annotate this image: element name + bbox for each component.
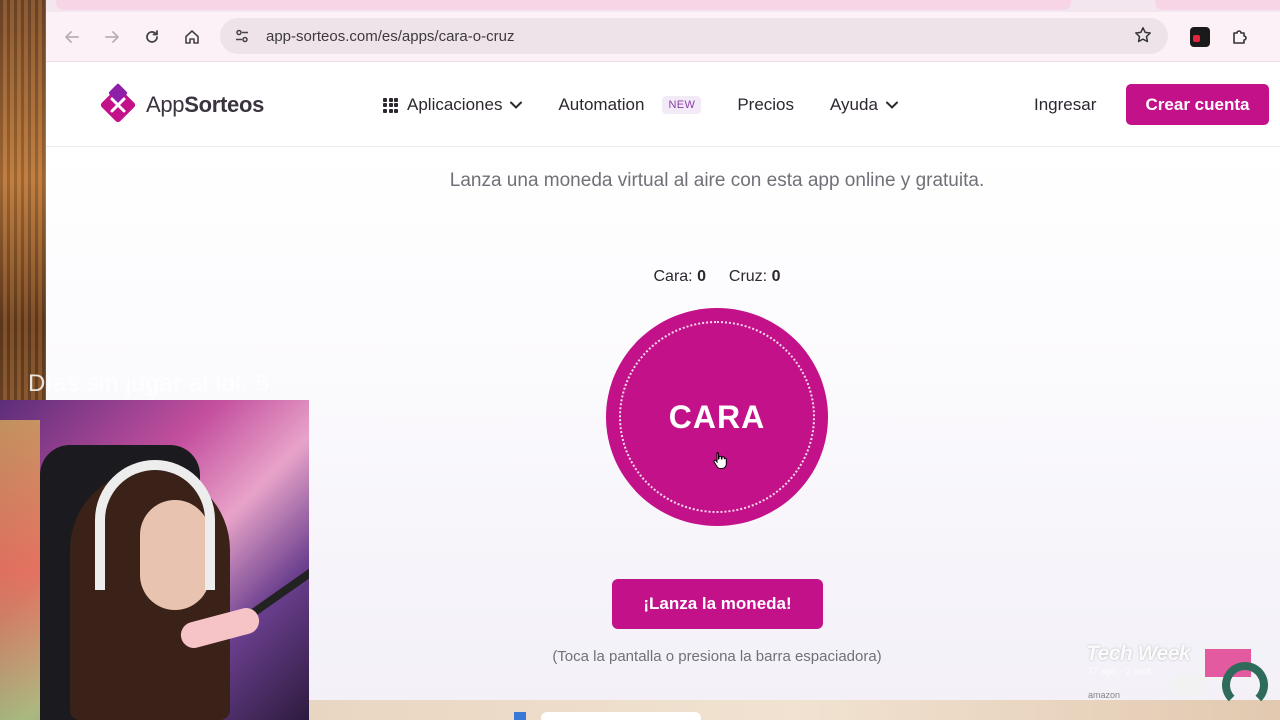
tech-week-brand: amazon xyxy=(1088,690,1121,700)
reload-icon[interactable] xyxy=(138,23,166,51)
logo-mark-icon xyxy=(96,83,140,127)
login-link[interactable]: Ingresar xyxy=(1034,95,1096,115)
tab-strip xyxy=(46,0,1280,12)
nav-automation-label: Automation xyxy=(558,95,645,114)
heads-count: 0 xyxy=(697,268,706,285)
chevron-down-icon xyxy=(510,99,523,111)
site-header: AppSorteos Aplicaciones Automation NEW P… xyxy=(46,63,1280,147)
stream-overlay-text: Días sin jugar al lol: 5 xyxy=(28,370,270,397)
nav-ayuda-label: Ayuda xyxy=(830,95,878,114)
score-counter: Cara: 0 Cruz: 0 xyxy=(46,268,1280,286)
tech-week-title: Tech Week xyxy=(1086,642,1191,665)
chevron-down-icon xyxy=(885,99,898,111)
apps-grid-icon xyxy=(383,97,398,113)
bookmark-star-icon[interactable] xyxy=(1134,26,1152,49)
appsorteos-logo[interactable]: AppSorteos xyxy=(96,83,264,127)
nav-precios-label: Precios xyxy=(737,95,795,114)
new-badge: NEW xyxy=(662,96,702,114)
tails-label: Cruz: xyxy=(728,268,768,285)
secondary-tab[interactable] xyxy=(1155,0,1280,10)
headset-icon xyxy=(95,460,215,590)
hand-pointer-cursor-icon xyxy=(713,452,727,469)
nav-precios[interactable]: Precios xyxy=(737,95,794,115)
gamepad-icon xyxy=(1170,674,1206,696)
heads-label: Cara: xyxy=(653,268,693,285)
coin-dotted-ring xyxy=(619,321,815,513)
tails-count: 0 xyxy=(771,268,781,285)
extensions-puzzle-icon[interactable] xyxy=(1230,27,1250,47)
home-icon[interactable] xyxy=(178,23,206,51)
nav-ayuda[interactable]: Ayuda xyxy=(830,95,898,115)
tech-week-badge: Tech Week 27 ago. - 2 sept. amazon xyxy=(1086,640,1280,720)
coin[interactable]: CARA xyxy=(606,308,828,526)
tech-week-dates: 27 ago. - 2 sept. xyxy=(1088,666,1154,676)
nav-automation[interactable]: Automation NEW xyxy=(558,95,702,115)
windows-start-icon[interactable] xyxy=(514,712,526,720)
extension-icon[interactable] xyxy=(1190,27,1210,47)
forward-icon[interactable] xyxy=(98,23,126,51)
main-nav: Aplicaciones Automation NEW Precios Ayud… xyxy=(383,63,934,147)
nav-aplicaciones[interactable]: Aplicaciones xyxy=(383,95,523,115)
back-icon[interactable] xyxy=(58,23,86,51)
taskbar-search[interactable] xyxy=(541,712,701,720)
page-subtitle: Lanza una moneda virtual al aire con est… xyxy=(449,170,985,191)
headphones-icon xyxy=(1222,662,1268,708)
signup-button[interactable]: Crear cuenta xyxy=(1126,84,1269,125)
toss-coin-button[interactable]: ¡Lanza la moneda! xyxy=(612,579,823,629)
address-bar[interactable]: app-sorteos.com/es/apps/cara-o-cruz xyxy=(220,18,1168,54)
active-tab[interactable] xyxy=(56,0,1071,10)
webcam-overlay xyxy=(0,400,309,720)
nav-aplicaciones-label: Aplicaciones xyxy=(407,95,503,114)
brand-name: AppSorteos xyxy=(146,92,265,117)
screen: app-sorteos.com/es/apps/cara-o-cruz AppS… xyxy=(0,0,1280,720)
url-text[interactable]: app-sorteos.com/es/apps/cara-o-cruz xyxy=(266,28,514,45)
site-settings-icon[interactable] xyxy=(232,26,252,46)
